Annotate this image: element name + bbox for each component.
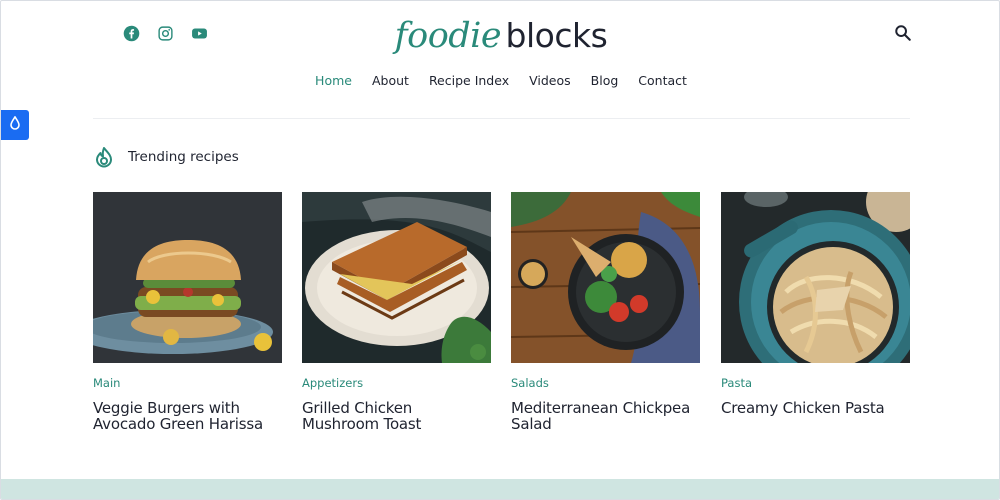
recipe-category[interactable]: Salads (511, 376, 700, 390)
main-nav: Home About Recipe Index Videos Blog Cont… (1, 73, 999, 89)
section-title: Trending recipes (128, 149, 239, 165)
recipe-card[interactable]: Salads Mediterranean Chickpea Salad (511, 192, 700, 432)
recipe-category[interactable]: Main (93, 376, 282, 390)
recipe-card[interactable]: Main Veggie Burgers with Avocado Green H… (93, 192, 282, 432)
recipe-image[interactable] (302, 192, 491, 363)
droplet-icon (9, 115, 21, 135)
logo-part1: foodie (394, 16, 502, 56)
nav-item-recipe-index[interactable]: Recipe Index (429, 73, 509, 89)
accessibility-toggle-button[interactable] (1, 110, 29, 140)
header-divider (93, 118, 910, 119)
recipe-title[interactable]: Mediterranean Chickpea Salad (511, 400, 700, 432)
nav-item-blog[interactable]: Blog (591, 73, 619, 89)
nav-item-contact[interactable]: Contact (638, 73, 687, 89)
nav-item-home[interactable]: Home (315, 73, 352, 89)
recipe-category[interactable]: Pasta (721, 376, 910, 390)
footer-band (1, 479, 999, 499)
flame-icon (94, 146, 114, 168)
trending-header: Trending recipes (94, 146, 239, 168)
recipe-title[interactable]: Veggie Burgers with Avocado Green Hariss… (93, 400, 282, 432)
site-logo[interactable]: foodie blocks (1, 13, 999, 59)
recipe-image[interactable] (93, 192, 282, 363)
recipe-card[interactable]: Appetizers Grilled Chicken Mushroom Toas… (302, 192, 491, 432)
search-icon[interactable] (894, 24, 912, 42)
recipe-category[interactable]: Appetizers (302, 376, 491, 390)
recipe-image[interactable] (721, 192, 910, 363)
logo-part2: blocks (505, 16, 608, 55)
nav-item-about[interactable]: About (372, 73, 409, 89)
recipe-card[interactable]: Pasta Creamy Chicken Pasta (721, 192, 910, 416)
recipe-title[interactable]: Creamy Chicken Pasta (721, 400, 910, 416)
recipe-title[interactable]: Grilled Chicken Mushroom Toast (302, 400, 491, 432)
recipe-image[interactable] (511, 192, 700, 363)
page: foodie blocks Home About Recipe Index Vi… (0, 0, 1000, 500)
nav-item-videos[interactable]: Videos (529, 73, 571, 89)
